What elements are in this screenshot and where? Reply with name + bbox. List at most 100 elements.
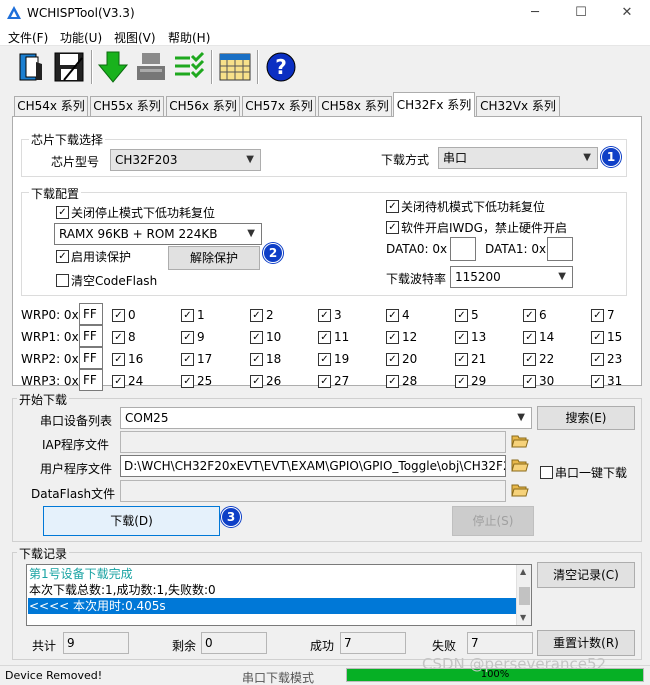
app-icon xyxy=(7,6,21,19)
folder-open-icon[interactable] xyxy=(511,457,529,473)
log-scrollbar[interactable]: ▲ ▼ xyxy=(516,565,531,625)
clear-codeflash-label: 清空CodeFlash xyxy=(71,274,158,288)
memory-config-dropdown[interactable]: RAMX 96KB + ROM 224KB ▼ xyxy=(54,223,262,245)
wrp-bit-checkbox[interactable]: ✓ xyxy=(386,353,399,366)
wrp-bit-checkbox[interactable]: ✓ xyxy=(455,353,468,366)
close-button[interactable]: ✕ xyxy=(604,0,650,26)
wrp-bit-checkbox[interactable]: ✓ xyxy=(112,331,125,344)
chip-model-dropdown[interactable]: CH32F203 ▼ xyxy=(110,149,261,171)
scroll-up-icon[interactable]: ▲ xyxy=(520,567,526,576)
wrp-bit-checkbox[interactable]: ✓ xyxy=(386,331,399,344)
tab-ch32vx[interactable]: CH32Vx 系列 xyxy=(476,96,560,117)
wrp-bit-checkbox[interactable]: ✓ xyxy=(112,309,125,322)
fail-label: 失败 xyxy=(432,639,457,653)
menu-function[interactable]: 功能(U) xyxy=(60,29,102,46)
chevron-down-icon: ▼ xyxy=(558,271,566,282)
clear-log-button[interactable]: 清空记录(C) xyxy=(537,562,635,588)
wrp-bit-checkbox[interactable]: ✓ xyxy=(591,331,604,344)
tab-ch57x[interactable]: CH57x 系列 xyxy=(242,96,316,117)
wrp-bit-label: 6 xyxy=(539,308,547,322)
download-method-dropdown[interactable]: 串口 ▼ xyxy=(438,147,598,169)
tab-ch54x[interactable]: CH54x 系列 xyxy=(14,96,88,117)
wrp-bit-checkbox[interactable]: ✓ xyxy=(523,309,536,322)
stop-lowpower-checkbox[interactable]: ✓ xyxy=(56,206,69,219)
wrp-bit-checkbox[interactable]: ✓ xyxy=(250,375,263,388)
download-log-list[interactable]: 第1号设备下载完成 本次下载总数:1,成功数:1,失败数:0 <<<< 本次用时… xyxy=(26,564,532,626)
wrp-bit-checkbox[interactable]: ✓ xyxy=(455,375,468,388)
open-file-icon[interactable] xyxy=(14,50,48,84)
minimize-button[interactable]: ─ xyxy=(512,0,558,26)
wrp-value-input[interactable]: FF xyxy=(79,303,103,325)
app-window: WCHISPTool(V3.3) ─ ☐ ✕ 文件(F) 功能(U) 视图(V)… xyxy=(0,0,650,685)
deploy-icon[interactable] xyxy=(134,50,168,84)
wrp-bit-checkbox[interactable]: ✓ xyxy=(181,331,194,344)
wrp-bit-checkbox[interactable]: ✓ xyxy=(112,375,125,388)
folder-open-icon[interactable] xyxy=(511,433,529,449)
iwdg-checkbox[interactable]: ✓ xyxy=(386,221,399,234)
serial-device-dropdown[interactable]: COM25 ▼ xyxy=(120,407,532,429)
data1-input[interactable] xyxy=(547,237,573,261)
wrp-bit-checkbox[interactable]: ✓ xyxy=(386,309,399,322)
wrp-value-input[interactable]: FF xyxy=(79,369,103,391)
verify-icon[interactable] xyxy=(172,50,206,84)
tab-ch56x[interactable]: CH56x 系列 xyxy=(166,96,240,117)
tab-ch32fx[interactable]: CH32Fx 系列 xyxy=(393,92,475,117)
wrp-value-input[interactable]: FF xyxy=(79,347,103,369)
help-icon[interactable]: ? xyxy=(264,50,298,84)
maximize-button[interactable]: ☐ xyxy=(558,0,604,26)
wrp-bit-label: 27 xyxy=(334,374,350,388)
dataflash-file-input[interactable] xyxy=(120,480,506,502)
wrp-bit-checkbox[interactable]: ✓ xyxy=(112,353,125,366)
search-button[interactable]: 搜索(E) xyxy=(537,406,635,430)
reset-count-button[interactable]: 重置计数(R) xyxy=(537,630,635,656)
one-key-download-checkbox[interactable] xyxy=(540,466,553,479)
wrp-bit-checkbox[interactable]: ✓ xyxy=(181,309,194,322)
iap-file-input[interactable] xyxy=(120,431,506,453)
wrp-bit-checkbox[interactable]: ✓ xyxy=(455,331,468,344)
download-button[interactable]: 下载(D) xyxy=(43,506,220,536)
wrp-bit-checkbox[interactable]: ✓ xyxy=(318,309,331,322)
wrp-value-input[interactable]: FF xyxy=(79,325,103,347)
wrp-bit-checkbox[interactable]: ✓ xyxy=(591,309,604,322)
scroll-thumb[interactable] xyxy=(519,587,530,605)
menu-help[interactable]: 帮助(H) xyxy=(168,29,210,46)
menu-view[interactable]: 视图(V) xyxy=(114,29,156,46)
wrp-bit-checkbox[interactable]: ✓ xyxy=(523,353,536,366)
wrp-bit-checkbox[interactable]: ✓ xyxy=(250,331,263,344)
wrp-bit-checkbox[interactable]: ✓ xyxy=(181,353,194,366)
wrp-bit-checkbox[interactable]: ✓ xyxy=(455,309,468,322)
data0-input[interactable] xyxy=(450,237,476,261)
clear-codeflash-checkbox[interactable] xyxy=(56,274,69,287)
wrp-bit-label: 24 xyxy=(128,374,144,388)
baud-rate-label: 下载波特率 xyxy=(386,272,447,286)
wrp-bit-checkbox[interactable]: ✓ xyxy=(250,309,263,322)
scroll-down-icon[interactable]: ▼ xyxy=(520,613,526,622)
iwdg-label: 软件开启IWDG，禁止硬件开启 xyxy=(401,221,567,235)
wrp-bit-checkbox[interactable]: ✓ xyxy=(523,331,536,344)
download-method-value: 串口 xyxy=(443,151,468,165)
baud-rate-dropdown[interactable]: 115200 ▼ xyxy=(450,266,573,288)
wrp-bit-checkbox[interactable]: ✓ xyxy=(591,353,604,366)
wrp-bit-checkbox[interactable]: ✓ xyxy=(318,353,331,366)
read-protect-checkbox[interactable]: ✓ xyxy=(56,250,69,263)
wrp-bit-checkbox[interactable]: ✓ xyxy=(386,375,399,388)
wrp-bit-label: 3 xyxy=(334,308,342,322)
wrp-bit-checkbox[interactable]: ✓ xyxy=(181,375,194,388)
menu-file[interactable]: 文件(F) xyxy=(8,29,48,46)
stop-button[interactable]: 停止(S) xyxy=(452,506,534,536)
settings-icon[interactable] xyxy=(218,50,252,84)
wrp-bit-checkbox[interactable]: ✓ xyxy=(318,331,331,344)
wrp-bit-checkbox[interactable]: ✓ xyxy=(523,375,536,388)
wrp-label: WRP2: 0x xyxy=(21,352,79,366)
download-icon[interactable] xyxy=(96,50,130,84)
tab-ch58x[interactable]: CH58x 系列 xyxy=(318,96,392,117)
wrp-bit-checkbox[interactable]: ✓ xyxy=(591,375,604,388)
wrp-bit-checkbox[interactable]: ✓ xyxy=(318,375,331,388)
standby-lowpower-checkbox[interactable]: ✓ xyxy=(386,200,399,213)
folder-open-icon[interactable] xyxy=(511,482,529,498)
unprotect-button[interactable]: 解除保护 xyxy=(168,246,260,270)
save-icon[interactable] xyxy=(52,50,86,84)
user-file-input[interactable]: D:\WCH\CH32F20xEVT\EVT\EXAM\GPIO\GPIO_To… xyxy=(120,455,506,477)
tab-ch55x[interactable]: CH55x 系列 xyxy=(90,96,164,117)
wrp-bit-checkbox[interactable]: ✓ xyxy=(250,353,263,366)
